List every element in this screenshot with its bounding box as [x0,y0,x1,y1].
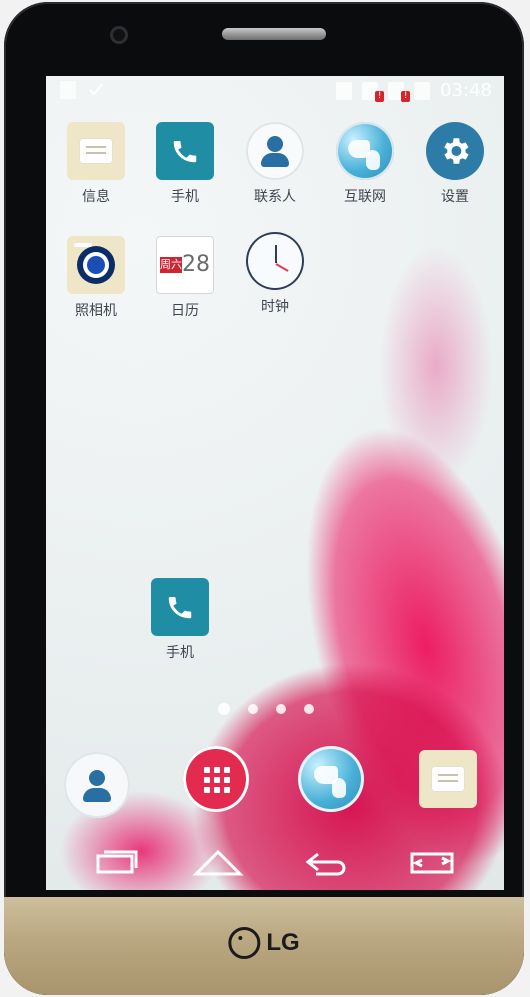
app-label: 设置 [441,189,469,205]
recent-apps-button[interactable] [84,842,144,882]
app-contacts[interactable]: 联系人 [232,122,318,206]
phone-icon [151,578,209,636]
app-phone[interactable]: 手机 [142,122,228,206]
app-label: 照相机 [75,303,117,319]
battery-icon [414,81,431,100]
app-label: 信息 [82,189,110,205]
app-browser[interactable]: 互联网 [322,122,408,206]
navigation-bar [46,832,504,890]
earpiece-speaker [222,28,326,40]
browser-icon [336,122,394,180]
brand-logo: LG [228,927,300,959]
app-calendar[interactable]: 周六 28 日历 [142,236,228,320]
contacts-icon [246,122,304,180]
contacts-icon [64,752,130,818]
lg-logo-icon [228,927,261,959]
home-icon [192,849,244,876]
camera-icon [67,236,125,294]
recent-apps-icon [96,850,138,874]
back-icon [305,852,346,876]
browser-icon [298,746,364,812]
page-indicator [218,703,314,715]
calendar-icon: 周六 28 [156,236,214,294]
nfc-icon [336,81,353,100]
home-screen: 03:48 信息 手机 联系人 互联网 [46,76,504,890]
grid-icon [204,767,230,793]
notification-icon [60,81,76,99]
calendar-day: 周六 [160,257,182,273]
app-clock[interactable]: 时钟 [232,232,318,316]
clock-time: 03:48 [440,80,492,101]
front-camera [110,26,128,44]
page-dot[interactable] [248,704,258,714]
sim2-icon [388,81,411,102]
phone-icon [156,122,214,180]
dock-all-apps[interactable] [183,746,249,812]
settings-icon [426,122,484,180]
dock-contacts[interactable] [64,752,130,818]
page-dot[interactable] [276,704,286,714]
phone-chin: LG [4,897,524,995]
app-camera[interactable]: 照相机 [53,236,139,320]
check-icon [88,81,103,96]
app-phone-shortcut[interactable]: 手机 [137,578,223,662]
messages-icon [419,750,477,808]
dual-window-icon [410,852,454,874]
app-label: 互联网 [344,189,386,205]
app-messages[interactable]: 信息 [53,122,139,206]
page-dot-active[interactable] [218,703,230,715]
dock-browser[interactable] [298,746,364,812]
phone: 03:48 信息 手机 联系人 互联网 [4,2,524,995]
app-label: 手机 [171,189,199,205]
back-button[interactable] [296,842,356,882]
clock-icon [246,232,304,290]
app-label: 日历 [171,303,199,319]
sim1-icon [362,81,385,102]
app-label: 时钟 [261,299,289,315]
home-button[interactable] [188,842,248,882]
page-dot[interactable] [304,704,314,714]
messages-icon [67,122,125,180]
app-settings[interactable]: 设置 [412,122,498,206]
brand-name: LG [266,929,300,956]
calendar-date: 28 [182,252,210,277]
status-bar: 03:48 [46,76,504,104]
app-label: 手机 [166,645,194,661]
dual-window-button[interactable] [402,842,462,882]
dock-messages[interactable] [415,746,481,812]
app-label: 联系人 [254,189,296,205]
